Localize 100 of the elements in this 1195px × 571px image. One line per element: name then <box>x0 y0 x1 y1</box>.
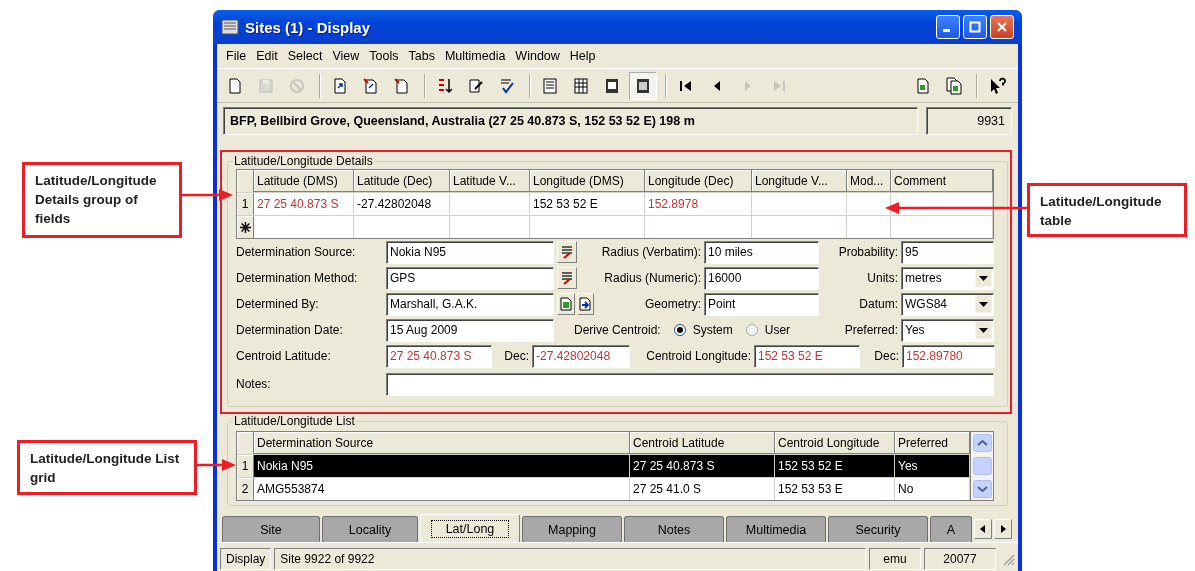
menu-item[interactable]: View <box>327 49 365 63</box>
lookup-button[interactable] <box>557 241 577 263</box>
document-arrow-icon <box>578 297 593 311</box>
save-icon <box>257 76 275 95</box>
grid-view-icon <box>572 76 590 95</box>
tab[interactable]: A <box>930 516 972 542</box>
document-icon <box>393 76 411 95</box>
input-field[interactable]: 27 25 40.873 S <box>386 344 492 368</box>
column-header[interactable]: Latitude V... <box>450 170 530 192</box>
input-field[interactable] <box>386 372 994 396</box>
column-header[interactable]: Centroid Latitude <box>630 432 775 454</box>
tab[interactable]: Notes <box>624 516 724 542</box>
open-button[interactable] <box>576 293 594 315</box>
menu-item[interactable]: File <box>221 49 252 63</box>
minimize-button[interactable] <box>936 15 960 39</box>
input-field[interactable]: GPS <box>386 266 554 290</box>
column-header[interactable]: Longitude (DMS) <box>530 170 645 192</box>
maximize-icon <box>969 21 981 33</box>
table-cell: 152 53 52 E <box>530 193 645 215</box>
menu-item[interactable]: Tools <box>364 49 404 63</box>
record-summary: BFP, Bellbird Grove, Queensland, Australia (27 25 40.873 S, 152 53 52 E) 198 m <box>223 107 918 135</box>
field-label: Centroid Latitude: <box>236 349 332 363</box>
menu-item[interactable]: Multimedia <box>439 49 511 63</box>
dropdown-arrow-icon[interactable] <box>975 295 992 313</box>
scrollbar[interactable] <box>971 431 994 501</box>
input-field[interactable]: 10 miles <box>704 240 819 264</box>
tab[interactable]: Locality <box>322 516 418 542</box>
add-button[interactable] <box>557 293 575 315</box>
field-label: Units: <box>866 271 899 285</box>
field-label: Determination Date: <box>236 323 344 337</box>
tab[interactable]: Multimedia <box>726 516 826 542</box>
menu-item[interactable]: Tabs <box>403 49 440 63</box>
list-icon <box>561 271 573 285</box>
tab[interactable]: Site <box>222 516 320 542</box>
field-label: Radius (Numeric): <box>603 271 702 285</box>
documents-icon <box>945 76 963 95</box>
toolbar-button[interactable] <box>629 71 657 100</box>
scroll-left-button[interactable] <box>974 519 992 539</box>
table-cell: 27 25 40.873 S <box>630 455 775 477</box>
input-field[interactable]: 16000 <box>704 266 819 290</box>
document-icon <box>914 76 932 95</box>
dropdown-field[interactable]: Yes <box>901 318 994 342</box>
radio-icon[interactable] <box>745 324 758 336</box>
input-field[interactable]: 152.89780 <box>902 344 995 368</box>
column-header[interactable]: Mod... <box>847 170 891 192</box>
document-icon <box>558 297 573 311</box>
table-cell: 27 25 41.0 S <box>630 478 775 500</box>
dropdown-field[interactable]: WGS84 <box>901 292 994 316</box>
table-cell: 27 25 40.873 S <box>254 193 354 215</box>
dropdown-field[interactable]: metres <box>901 266 994 290</box>
menu-item[interactable]: Select <box>282 49 328 63</box>
status-pane: Site 9922 of 9922 <box>274 547 866 570</box>
status-pane: Display <box>220 547 272 570</box>
table-cell: No <box>895 478 970 500</box>
column-header[interactable]: Determination Source <box>254 432 630 454</box>
menu-item[interactable]: Help <box>564 49 601 63</box>
input-field[interactable]: Point <box>704 292 819 316</box>
column-header[interactable]: Centroid Longitude <box>775 432 895 454</box>
input-field[interactable]: 152 53 52 E <box>754 344 860 368</box>
menu-item[interactable]: Window <box>510 49 565 63</box>
list-row[interactable]: 1 Nokia N95 27 25 40.873 S 152 53 52 E Yes <box>237 454 970 477</box>
maximize-button[interactable] <box>963 15 987 39</box>
column-header[interactable]: Preferred <box>895 432 970 454</box>
status-pane: 20077 <box>924 547 996 570</box>
input-field[interactable]: 95 <box>901 240 994 264</box>
column-header[interactable]: Longitude (Dec) <box>645 170 752 192</box>
card-view-icon <box>634 76 652 95</box>
radio-icon[interactable] <box>673 324 686 336</box>
scroll-right-button[interactable] <box>994 519 1012 539</box>
radio-label[interactable]: User <box>764 323 791 337</box>
tab[interactable]: Mapping <box>522 516 622 542</box>
column-header[interactable]: Latitude (Dec) <box>354 170 450 192</box>
input-field[interactable]: Nokia N95 <box>386 240 554 264</box>
scroll-down-button[interactable] <box>972 480 992 498</box>
input-field[interactable]: 15 Aug 2009 <box>386 318 554 342</box>
dropdown-arrow-icon[interactable] <box>975 321 992 339</box>
input-field[interactable]: -27.42802048 <box>532 344 630 368</box>
dropdown-arrow-icon[interactable] <box>975 269 992 287</box>
row-number: 1 <box>237 455 254 477</box>
close-icon <box>996 21 1008 33</box>
scroll-thumb[interactable] <box>972 457 992 475</box>
field-label: Radius (Verbatim): <box>600 245 702 259</box>
spellcheck-icon <box>498 76 516 95</box>
tab[interactable]: Security <box>828 516 928 542</box>
column-header[interactable]: Latitude (DMS) <box>254 170 354 192</box>
menu-item[interactable]: Edit <box>251 49 283 63</box>
column-header[interactable]: Longitude V... <box>752 170 847 192</box>
table-cell: -27.42802048 <box>354 193 450 215</box>
field-label: Determination Method: <box>236 271 359 285</box>
radio-label[interactable]: System <box>692 323 733 337</box>
column-header[interactable]: Comment <box>891 170 993 192</box>
tab[interactable]: Lat/Long <box>420 514 520 542</box>
close-button[interactable] <box>990 15 1014 39</box>
input-field[interactable]: Marshall, G.A.K. <box>386 292 554 316</box>
field-label: Derive Centroid: <box>574 323 661 337</box>
table-cell: 152.8978 <box>645 193 752 215</box>
lookup-button[interactable] <box>557 267 577 289</box>
group-title: Latitude/Longitude List <box>233 414 356 428</box>
list-row[interactable]: 2 AMG553874 27 25 41.0 S 152 53 53 E No <box>237 477 970 500</box>
scroll-up-button[interactable] <box>972 434 992 452</box>
